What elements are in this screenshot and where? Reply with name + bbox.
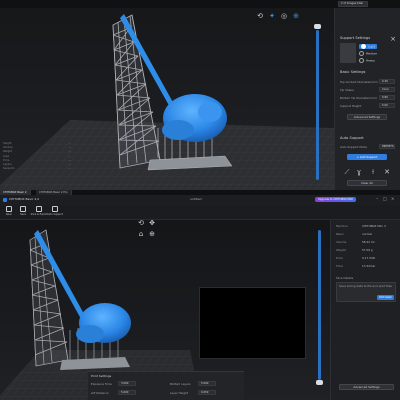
bottom-layers-input[interactable]: 5.000 <box>198 381 216 386</box>
edit-detail-button[interactable]: Edit Detail <box>377 295 394 300</box>
view-x-icon[interactable]: ✦ <box>268 12 276 20</box>
basic-settings-header: Basic Settings <box>340 70 366 74</box>
view-z-icon[interactable]: ⊕ <box>292 12 300 20</box>
topbar-dropdown[interactable]: 2 of images total <box>338 1 368 7</box>
ps-label: Bottom Layers <box>170 382 191 386</box>
view-home-icon[interactable]: ⌂ <box>137 230 145 238</box>
minimize-icon[interactable]: – <box>376 196 378 201</box>
support-height-input[interactable]: 5.00 <box>379 103 395 108</box>
save-icon <box>20 206 26 212</box>
support-tool-icon[interactable]: ⟋ <box>343 168 351 176</box>
ps-label: Lift Distance <box>91 391 109 395</box>
print-info-panel: Machine CHITUBOX Mini 3 Resin normal Volume 5… <box>330 220 400 400</box>
auto-mode-label: Auto Support Mode <box>340 145 367 149</box>
upgrade-badge[interactable]: Upgrade to CHITUBOX PRO <box>315 196 356 202</box>
main-toolbar: Open Save Slice & Export Auto Support <box>0 205 400 220</box>
support-icon <box>52 206 58 212</box>
view-y-icon[interactable]: ◎ <box>280 12 288 20</box>
info-row: Price 0.17 USD <box>336 256 376 260</box>
view-rotate-icon[interactable]: ⟲ <box>256 12 264 20</box>
ps-label: Layer Height <box>170 391 188 395</box>
advanced-settings-button[interactable]: Advanced Settings <box>339 384 394 390</box>
layer-slider-track[interactable] <box>316 30 319 180</box>
density-medium[interactable]: Medium <box>359 51 377 56</box>
ps-label: Exposure Time <box>91 382 112 386</box>
density-heavy[interactable]: Heavy <box>359 58 375 63</box>
tip-shape-input[interactable]: Cone <box>379 87 395 92</box>
support-tool-icon[interactable]: ⟊ <box>369 168 377 176</box>
top-window: ⟲ ✦ ◎ ⊕ Height — Volume — Weight — Area — Time — L… <box>0 0 400 190</box>
open-icon <box>6 206 12 212</box>
window-title: untitled <box>190 197 202 201</box>
support-panel: Support Settings × Light Medium Heavy Ba… <box>334 8 400 190</box>
support-tool-icon[interactable]: ɣ <box>355 168 363 176</box>
model-stats: Height — Volume — Weight — Area — Time — Layers — Su… <box>3 142 71 171</box>
app-logo-icon <box>3 198 7 202</box>
advanced-settings-button[interactable]: Advanced Settings <box>347 114 387 120</box>
bottom-tip-input[interactable]: 0.80 <box>379 95 395 100</box>
top-3d-viewport[interactable]: ⟲ ✦ ◎ ⊕ Height — Volume — Weight — Area — Time — L… <box>0 0 334 190</box>
app-root: ⟲ ✦ ◎ ⊕ Height — Volume — Weight — Area — Time — L… <box>0 0 400 400</box>
support-tool-icon[interactable]: ✕ <box>383 168 391 176</box>
layer-height-input[interactable]: 0.050 <box>198 390 216 395</box>
info-row: Weight 57.09 g <box>336 248 373 252</box>
exposure-time-input[interactable]: 3.000 <box>118 381 136 386</box>
top-contact-input[interactable]: 0.30 <box>379 79 395 84</box>
top-topbar: 2 of images total <box>0 0 400 8</box>
field-label: Tip Shape <box>340 88 354 92</box>
stat-row: Supports — <box>3 167 71 171</box>
bottom-window: CHITUBOX Basic 2 CHITUBOX Basic 2 Pro CH… <box>0 190 400 400</box>
clear-all-button[interactable]: Clear All <box>347 180 387 186</box>
slice-details-box[interactable]: Save slicing data to file and print file… <box>336 282 396 302</box>
maximize-icon[interactable]: □ <box>383 196 387 201</box>
print-settings-title: Print Settings <box>91 374 112 378</box>
title-bar: CHITUBOX Basic 2.0 untitled Upgrade to C… <box>0 195 400 205</box>
field-label: Top Contact Diameter(mm) <box>340 80 379 84</box>
layer-slider-handle[interactable] <box>314 24 321 29</box>
info-row: Machine CHITUBOX Mini 3 <box>336 224 386 228</box>
slice-icon <box>36 206 42 212</box>
app-title: CHITUBOX Basic 2.0 <box>9 197 40 201</box>
view-zoom-icon[interactable]: ⊕ <box>148 230 156 238</box>
info-row: Volume 58.22 ml <box>336 240 375 244</box>
add-support-button[interactable]: + Add Support <box>347 154 387 160</box>
support-preview-thumb <box>340 43 356 63</box>
info-row: Resin normal <box>336 232 372 236</box>
layer-preview <box>199 287 306 359</box>
layer-slider-track[interactable] <box>318 230 321 380</box>
field-label: Support Height <box>340 104 362 108</box>
close-icon[interactable]: × <box>389 35 397 43</box>
auto-support-header: Auto Support <box>340 136 364 140</box>
lift-distance-input[interactable]: 5.000 <box>118 390 136 395</box>
view-pan-icon[interactable]: ✥ <box>148 220 156 227</box>
auto-mode-select[interactable]: PRESETS <box>379 144 395 149</box>
print-settings-panel: Print Settings Exposure Time 3.000 Botto… <box>88 371 244 400</box>
layer-slider-handle[interactable] <box>316 380 323 385</box>
slice-details-label: Slice Details <box>336 276 354 280</box>
view-rotate-icon[interactable]: ⟲ <box>137 220 145 227</box>
field-label: Bottom Tip Diameter(mm) <box>340 96 377 100</box>
info-row: Time 1h 52min <box>336 264 376 268</box>
density-light[interactable]: Light <box>359 44 377 49</box>
support-settings-header: Support Settings <box>340 36 371 40</box>
close-icon[interactable]: × <box>391 196 394 201</box>
auto-support-button[interactable]: Auto Support <box>46 206 64 216</box>
